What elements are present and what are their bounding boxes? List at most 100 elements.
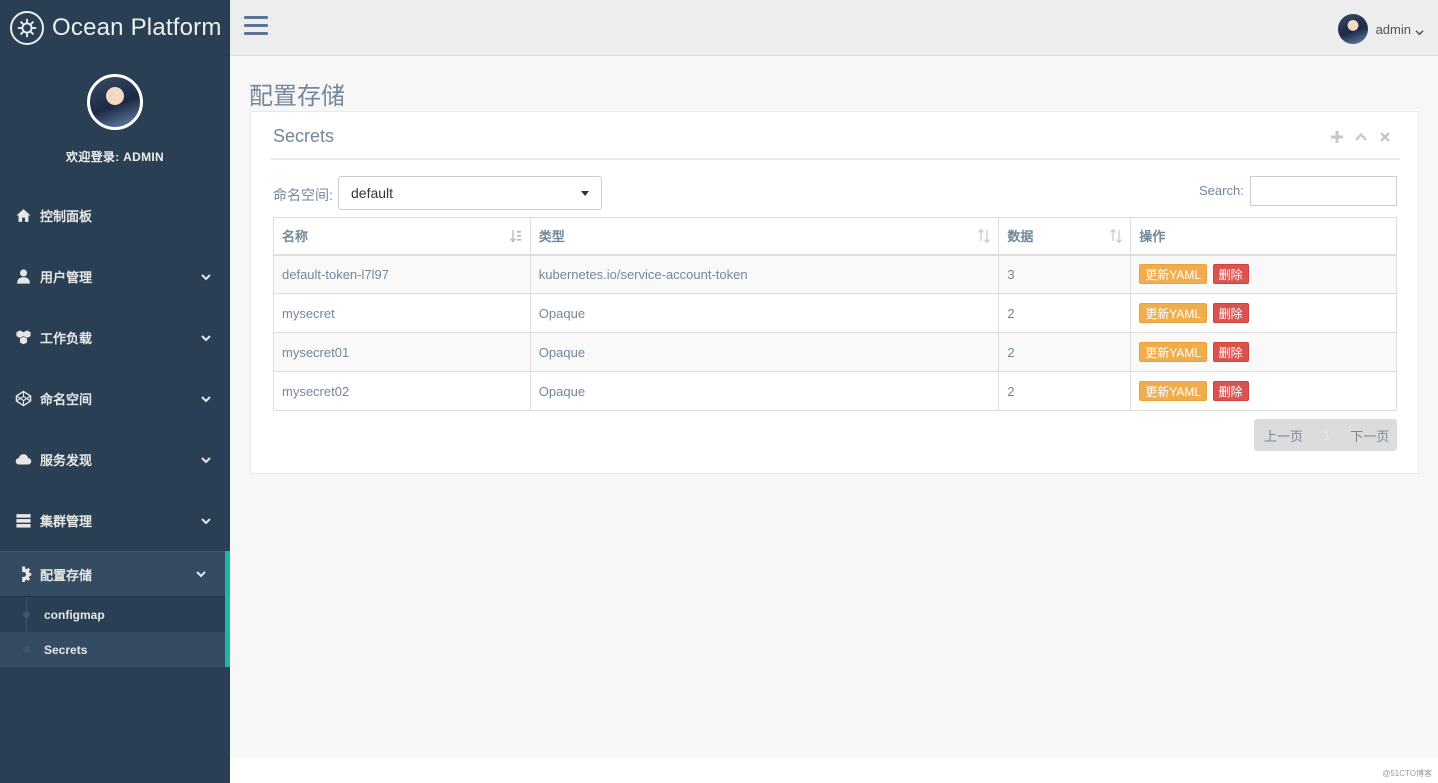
chevron-down-icon xyxy=(1415,25,1424,35)
sidebar-item-label: 服务发现 xyxy=(40,453,93,468)
sidebar-item-users[interactable]: 用户管理 xyxy=(0,246,230,307)
cell-data: 2 xyxy=(998,332,1132,372)
watermark: @51CTO博客 xyxy=(1382,769,1432,778)
secrets-panel: Secrets 命名空间: default Search: 名称 类型 数据 操… xyxy=(250,111,1419,474)
cell-actions: 更新YAML 删除 xyxy=(1130,254,1397,294)
table-header-row: 名称 类型 数据 操作 xyxy=(273,217,1397,256)
update-yaml-button[interactable]: 更新YAML xyxy=(1139,381,1208,401)
page-number-button[interactable]: 1 xyxy=(1323,428,1330,443)
cell-type: Opaque xyxy=(529,332,1000,372)
sidebar-item-cluster[interactable]: 集群管理 xyxy=(0,490,230,551)
submenu-item-configmap[interactable]: configmap xyxy=(0,597,225,632)
sidebar-item-label: 用户管理 xyxy=(40,270,93,285)
main-content: 配置存储 Secrets 命名空间: default Search: 名称 类型… xyxy=(230,56,1438,758)
cell-type: kubernetes.io/service-account-token xyxy=(529,254,1000,294)
chevron-down-icon xyxy=(200,271,212,283)
sort-asc-icon xyxy=(509,229,522,243)
cell-data: 3 xyxy=(998,254,1132,294)
panel-tools xyxy=(1330,130,1392,144)
gear-icon xyxy=(14,565,32,583)
menu-toggle-icon[interactable] xyxy=(244,16,268,38)
top-nav: admin xyxy=(230,0,1438,56)
panel-header: Secrets xyxy=(271,112,1400,160)
page-title: 配置存储 xyxy=(249,83,345,110)
column-header-type[interactable]: 类型 xyxy=(529,217,1000,256)
update-yaml-button[interactable]: 更新YAML xyxy=(1139,264,1208,285)
update-yaml-button[interactable]: 更新YAML xyxy=(1139,303,1208,323)
footer: @51CTO博客 xyxy=(230,758,1438,783)
profile: 欢迎登录: ADMIN xyxy=(0,56,230,165)
sidebar-item-label: 工作负载 xyxy=(40,331,93,346)
chevron-down-icon xyxy=(200,515,212,527)
sidebar-item-namespaces[interactable]: 命名空间 xyxy=(0,368,230,429)
cell-type: Opaque xyxy=(529,371,1000,411)
table-row: mysecret Opaque 2 更新YAML 删除 xyxy=(273,293,1397,333)
column-header-data[interactable]: 数据 xyxy=(998,217,1132,256)
sidebar-menu: 控制面板 用户管理 工作负载 命名空间 服务发现 集群管理 配置存储 confi… xyxy=(0,185,230,667)
plus-icon[interactable] xyxy=(1330,130,1344,144)
cell-name: default-token-l7l97 xyxy=(273,254,531,294)
sidebar-item-workloads[interactable]: 工作负载 xyxy=(0,307,230,368)
chevron-down-icon xyxy=(200,393,212,405)
home-icon xyxy=(14,207,32,225)
prev-page-button[interactable]: 上一页 xyxy=(1264,426,1303,445)
chevron-up-icon[interactable] xyxy=(1354,130,1368,144)
username: admin xyxy=(1375,21,1411,37)
pagination: 上一页 1 下一页 xyxy=(1254,419,1397,451)
sidebar-item-dashboard[interactable]: 控制面板 xyxy=(0,185,230,246)
submenu-item-label: Secrets xyxy=(44,642,88,657)
sidebar-item-label: 集群管理 xyxy=(40,514,93,529)
column-header-label: 类型 xyxy=(538,229,565,245)
secrets-table: 名称 类型 数据 操作 default-token-l7l97 kubernet… xyxy=(273,217,1397,411)
update-yaml-button[interactable]: 更新YAML xyxy=(1139,342,1208,362)
cell-name: mysecret xyxy=(273,293,531,333)
column-header-label: 操作 xyxy=(1139,229,1166,245)
delete-button[interactable]: 删除 xyxy=(1212,303,1249,323)
config-storage-submenu: configmap Secrets xyxy=(0,597,230,667)
cell-data: 2 xyxy=(998,293,1132,333)
namespace-select[interactable]: default xyxy=(338,176,602,210)
delete-button[interactable]: 删除 xyxy=(1212,342,1249,362)
submenu-item-secrets[interactable]: Secrets xyxy=(0,632,225,667)
codepen-icon xyxy=(14,390,32,408)
cloud-icon xyxy=(14,451,32,469)
cell-name: mysecret02 xyxy=(273,371,531,411)
table-row: mysecret02 Opaque 2 更新YAML 删除 xyxy=(273,371,1397,411)
cell-actions: 更新YAML 删除 xyxy=(1130,332,1397,372)
cell-type: Opaque xyxy=(529,293,1000,333)
column-header-name[interactable]: 名称 xyxy=(273,217,531,256)
namespace-selected-value: default xyxy=(351,185,394,201)
caret-down-icon xyxy=(581,191,589,196)
sort-icon xyxy=(1110,228,1123,244)
chevron-down-icon xyxy=(195,568,207,580)
sidebar-item-label: 命名空间 xyxy=(40,392,93,407)
server-icon xyxy=(14,512,32,530)
next-page-button[interactable]: 下一页 xyxy=(1350,426,1389,445)
cell-data: 2 xyxy=(998,371,1132,411)
sort-icon xyxy=(978,228,991,244)
brand[interactable]: Ocean Platform xyxy=(0,0,230,56)
sidebar: Ocean Platform 欢迎登录: ADMIN 控制面板 用户管理 工作负… xyxy=(0,0,230,783)
cell-name: mysecret01 xyxy=(273,332,531,372)
cell-actions: 更新YAML 删除 xyxy=(1130,371,1397,411)
search-label: Search: xyxy=(1199,183,1244,198)
chevron-down-icon xyxy=(200,332,212,344)
column-header-label: 名称 xyxy=(282,229,309,245)
namespace-label: 命名空间: xyxy=(273,187,333,203)
search-input[interactable] xyxy=(1250,176,1397,206)
delete-button[interactable]: 删除 xyxy=(1212,264,1249,285)
sidebar-item-label: 配置存储 xyxy=(40,567,93,583)
sidebar-item-service-discovery[interactable]: 服务发现 xyxy=(0,429,230,490)
cell-actions: 更新YAML 删除 xyxy=(1130,293,1397,333)
sidebar-item-label: 控制面板 xyxy=(40,209,93,224)
brand-title: Ocean Platform xyxy=(52,14,222,41)
column-header-actions: 操作 xyxy=(1130,217,1397,256)
panel-title: Secrets xyxy=(273,126,335,146)
sidebar-item-config-storage[interactable]: 配置存储 xyxy=(0,551,230,597)
table-row: mysecret01 Opaque 2 更新YAML 删除 xyxy=(273,332,1397,372)
delete-button[interactable]: 删除 xyxy=(1212,381,1249,401)
cubes-icon xyxy=(14,329,32,347)
close-icon[interactable] xyxy=(1378,130,1392,144)
table-row: default-token-l7l97 kubernetes.io/servic… xyxy=(273,254,1397,294)
user-menu[interactable]: admin xyxy=(1337,14,1424,44)
